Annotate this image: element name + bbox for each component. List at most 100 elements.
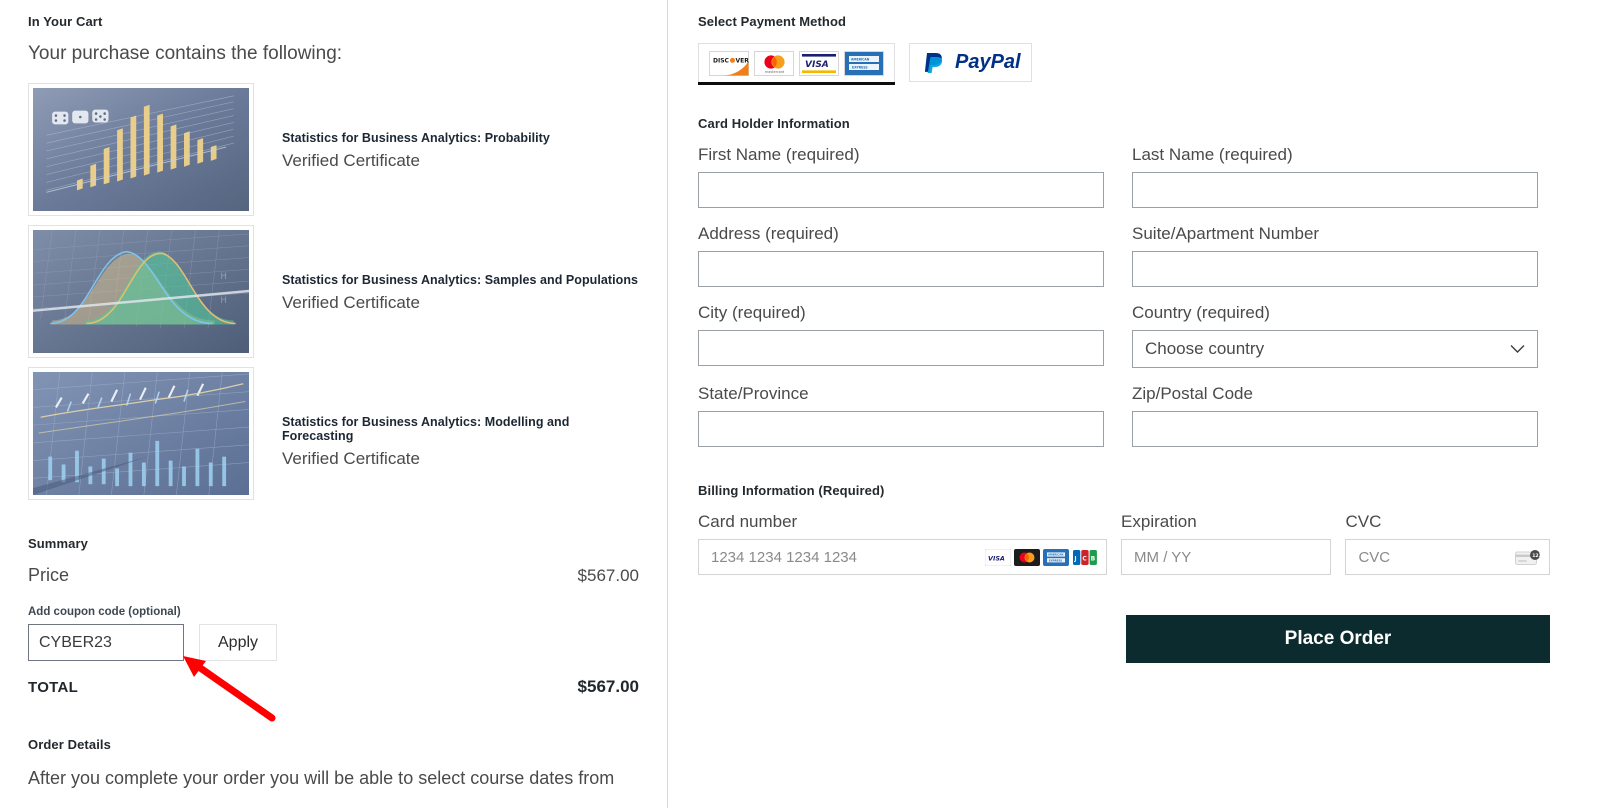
country-selected-value: Choose country [1145, 339, 1265, 358]
zip-label: Zip/Postal Code [1132, 384, 1253, 403]
field-state: State/Province [698, 384, 1104, 447]
discover-icon: DISC VER [709, 50, 750, 76]
card-number-placeholder: 1234 1234 1234 1234 [711, 548, 857, 566]
field-expiration: Expiration MM / YY [1121, 512, 1332, 575]
bell-curves-icon: HH [33, 230, 249, 353]
svg-text:H: H [220, 272, 226, 282]
order-details-heading: Order Details [28, 737, 111, 752]
price-label: Price [28, 565, 70, 585]
apply-coupon-button[interactable]: Apply [199, 624, 278, 661]
total-label: TOTAL [28, 679, 79, 696]
zip-input[interactable] [1132, 411, 1538, 447]
coupon-code-input[interactable] [28, 624, 184, 661]
field-cvc: CVC CVC 123 [1345, 512, 1550, 575]
price-value: $567.00 [577, 566, 639, 585]
svg-text:AMERICAN: AMERICAN [851, 57, 870, 61]
jcb-small-icon: J C B [1072, 548, 1099, 566]
cart-item: Statistics for Business Analytics: Proba… [28, 83, 639, 216]
order-summary: Summary Price $567.00 Add coupon code (o… [28, 536, 639, 697]
state-label: State/Province [698, 384, 809, 403]
accepted-card-brands: VISA AMERICAN EXPRESS J C B [985, 548, 1099, 566]
visa-small-icon: VISA [985, 548, 1012, 566]
cvc-placeholder: CVC [1358, 548, 1391, 566]
expiration-label: Expiration [1121, 512, 1197, 531]
visa-icon: VISA [799, 50, 839, 76]
cart-item-text: Statistics for Business Analytics: Sampl… [254, 225, 638, 313]
field-first-name: First Name (required) [698, 145, 1104, 208]
summary-price-row: Price $567.00 [28, 565, 639, 586]
suite-label: Suite/Apartment Number [1132, 224, 1320, 243]
course-thumbnail-frame [28, 367, 254, 500]
state-input[interactable] [698, 411, 1104, 447]
payment-tab-paypal[interactable]: PayPal [909, 43, 1032, 82]
billing-form: Card number 1234 1234 1234 1234 VISA AME… [698, 512, 1550, 575]
cvc-label: CVC [1345, 512, 1382, 531]
amex-small-icon: AMERICAN EXPRESS [1043, 548, 1070, 566]
last-name-label: Last Name (required) [1132, 145, 1293, 164]
summary-total-row: TOTAL $567.00 [28, 677, 639, 697]
svg-text:B: B [1091, 555, 1096, 562]
first-name-label: First Name (required) [698, 145, 860, 164]
mastercard-icon: mastercard [754, 50, 794, 76]
svg-text:VISA: VISA [988, 554, 1005, 562]
course-title: Statistics for Business Analytics: Proba… [282, 131, 550, 145]
field-country: Country (required) Choose country [1132, 303, 1538, 368]
cart-item: Statistics for Business Analytics: Model… [28, 367, 639, 500]
coupon-label: Add coupon code (optional) [28, 606, 181, 618]
country-label: Country (required) [1132, 303, 1270, 322]
svg-text:mastercard: mastercard [765, 70, 784, 74]
coupon-row: Apply [28, 624, 639, 661]
field-city: City (required) [698, 303, 1104, 368]
card-holder-form: First Name (required) Last Name (require… [698, 145, 1550, 463]
bar-chart-dice-icon [33, 88, 249, 211]
svg-text:EXPRESS: EXPRESS [1049, 558, 1062, 562]
american-express-icon: AMERICAN EXPRESS [844, 50, 884, 76]
paypal-label: PayPal [955, 51, 1021, 73]
order-details-body: After you complete your order you will b… [28, 768, 615, 788]
cart-panel: In Your Cart Your purchase contains the … [0, 0, 668, 808]
cart-item-text: Statistics for Business Analytics: Proba… [254, 83, 550, 171]
svg-text:H: H [220, 296, 226, 306]
city-label: City (required) [698, 303, 806, 322]
svg-text:123: 123 [1532, 553, 1541, 559]
payment-method-tabs: DISC VER mastercard VISA AMERICAN EXPRES… [698, 43, 1550, 82]
course-certificate-type: Verified Certificate [282, 151, 420, 170]
suite-input[interactable] [1132, 251, 1538, 287]
cart-item-text: Statistics for Business Analytics: Model… [254, 367, 639, 469]
svg-text:VER: VER [736, 57, 750, 64]
card-number-input[interactable]: 1234 1234 1234 1234 VISA AMERICAN EXPRES… [698, 539, 1108, 575]
order-details-section: Order Details After you complete your or… [28, 737, 639, 790]
svg-text:AMERICAN: AMERICAN [1048, 552, 1063, 556]
billing-heading: Billing Information (Required) [698, 483, 885, 498]
payment-tab-credit-card[interactable]: DISC VER mastercard VISA AMERICAN EXPRES… [698, 43, 895, 82]
address-input[interactable] [698, 251, 1104, 287]
course-thumbnail-frame [28, 83, 254, 216]
last-name-input[interactable] [1132, 172, 1538, 208]
expiration-placeholder: MM / YY [1134, 548, 1192, 566]
place-order-button[interactable]: Place Order [1126, 615, 1550, 663]
field-zip: Zip/Postal Code [1132, 384, 1538, 447]
course-thumbnail-frame: HH [28, 225, 254, 358]
svg-text:C: C [1082, 555, 1087, 562]
first-name-input[interactable] [698, 172, 1104, 208]
summary-heading: Summary [28, 536, 88, 551]
field-suite: Suite/Apartment Number [1132, 224, 1538, 287]
field-card-number: Card number 1234 1234 1234 1234 VISA AME… [698, 512, 1108, 575]
field-address: Address (required) [698, 224, 1104, 287]
total-value: $567.00 [577, 677, 639, 696]
cvc-input[interactable]: CVC 123 [1345, 539, 1550, 575]
svg-text:J: J [1073, 555, 1076, 562]
expiration-input[interactable]: MM / YY [1121, 539, 1332, 575]
cart-heading: In Your Cart [28, 14, 103, 29]
svg-text:DISC: DISC [713, 57, 730, 64]
country-select-wrap: Choose country [1132, 330, 1538, 368]
country-select[interactable]: Choose country [1132, 330, 1538, 368]
cart-item: HH Statistics for Business Analytics: Sa… [28, 225, 639, 358]
city-input[interactable] [698, 330, 1104, 366]
svg-text:VISA: VISA [805, 60, 829, 70]
cart-lead-text: Your purchase contains the following: [28, 43, 343, 64]
payment-panel: Select Payment Method DISC VER mastercar… [668, 0, 1600, 808]
course-title: Statistics for Business Analytics: Model… [282, 415, 570, 443]
svg-text:EXPRESS: EXPRESS [852, 65, 868, 69]
payment-method-heading: Select Payment Method [698, 14, 847, 29]
